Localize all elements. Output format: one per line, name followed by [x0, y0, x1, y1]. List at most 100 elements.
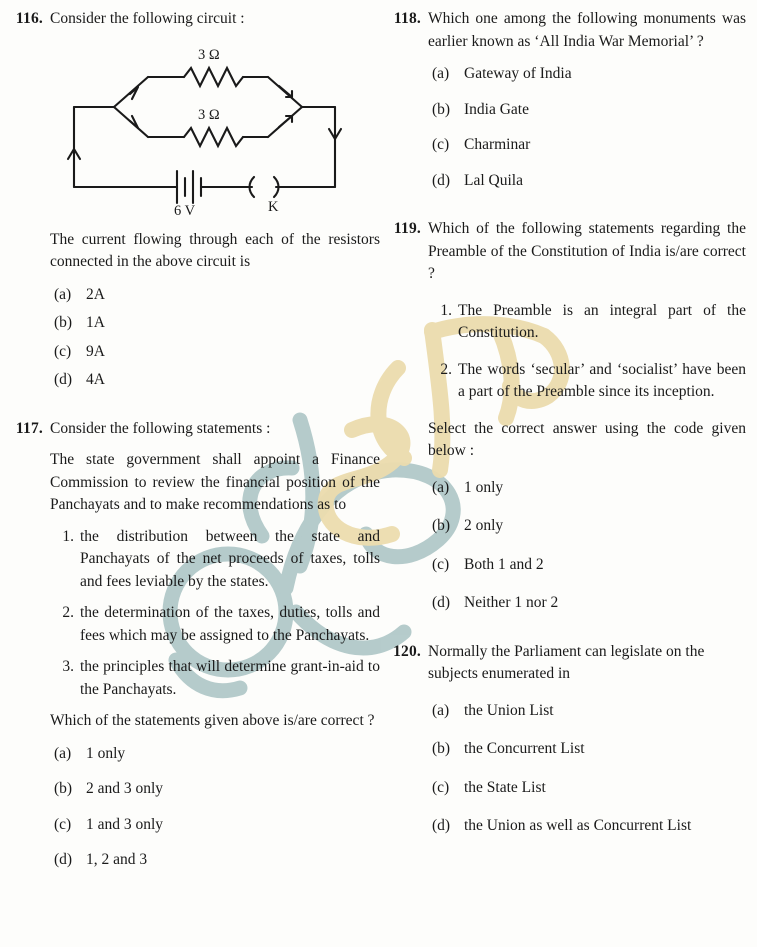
option-d[interactable]: (d) Lal Quila [428, 170, 746, 193]
statement-text: the distribution between the state and P… [80, 527, 380, 590]
switch-label: K [268, 199, 279, 215]
option-key: (d) [432, 817, 451, 834]
options-117: (a) 1 only (b) 2 and 3 only (c) 1 and 3 … [50, 743, 380, 872]
question-body: Consider the following circuit : 3 Ω 3 Ω… [50, 8, 380, 398]
option-c[interactable]: (c) 9A [50, 341, 380, 364]
statements-117: 1. the distribution between the state an… [50, 526, 380, 702]
statement-1: 1. The Preamble is an integral part of t… [428, 300, 746, 345]
question-number: 118. [393, 10, 421, 27]
option-label: Charminar [464, 136, 531, 153]
statement-number: 1. [440, 301, 452, 319]
question-spacer [392, 615, 746, 641]
option-label: Neither 1 nor 2 [464, 594, 559, 611]
option-key: (b) [432, 740, 451, 757]
option-c[interactable]: (c) Both 1 and 2 [428, 554, 746, 577]
question-stem: Consider the following statements : [50, 419, 271, 437]
statement-2: 2. The words ‘secular’ and ‘socialist’ h… [428, 359, 746, 404]
question-118: 118. Which one among the following monum… [392, 8, 746, 192]
question-closing-text: Which of the statements given above is/a… [50, 712, 375, 729]
left-column: 116. Consider the following circuit : 3 … [14, 8, 380, 947]
statement-number: 1. [62, 527, 74, 545]
option-a[interactable]: (a) the Union List [428, 700, 746, 723]
options-119: (a) 1 only (b) 2 only (c) Both 1 and 2 (… [428, 477, 746, 615]
option-label: India Gate [464, 100, 529, 118]
option-a[interactable]: (a) Gateway of India [428, 63, 746, 86]
option-label: 1 only [464, 478, 504, 496]
option-label: the Union as well as Concurrent List [464, 817, 692, 834]
option-key: (c) [432, 778, 450, 796]
question-spacer [14, 398, 380, 418]
two-column-layout: 116. Consider the following circuit : 3 … [0, 0, 757, 947]
question-stem: Which one among the following monuments … [428, 10, 746, 50]
option-b[interactable]: (b) the Concurrent List [428, 738, 746, 761]
statement-number: 2. [62, 604, 74, 621]
option-c[interactable]: (c) 1 and 3 only [50, 814, 380, 837]
question-number: 116. [15, 10, 43, 27]
option-key: (b) [54, 314, 73, 331]
question-119: 119. Which of the following statements r… [392, 218, 746, 615]
statement-3: 3. the principles that will determine gr… [50, 656, 380, 701]
option-key: (a) [432, 65, 450, 82]
question-closing-text: Select the correct answer using the code… [428, 419, 746, 460]
option-label: Gateway of India [464, 65, 572, 82]
question-stem: Normally the Parliament can legislate on… [428, 642, 705, 683]
option-b[interactable]: (b) India Gate [428, 99, 746, 122]
option-key: (c) [432, 136, 450, 153]
option-label: 4A [86, 371, 105, 388]
option-label: 1, 2 and 3 [86, 851, 148, 868]
resistor-top-label: 3 Ω [198, 47, 220, 63]
question-stem: Which of the following statements regard… [428, 220, 746, 282]
question-116: 116. Consider the following circuit : 3 … [14, 8, 380, 398]
option-a[interactable]: (a) 1 only [50, 743, 380, 766]
statement-2: 2. the determination of the taxes, dutie… [50, 602, 380, 647]
question-120: 120. Normally the Parliament can legisla… [392, 641, 746, 838]
option-label: 1 only [86, 744, 126, 762]
right-column: 118. Which one among the following monum… [380, 8, 746, 947]
statement-text: the principles that will determine grant… [80, 658, 380, 698]
exam-paper-page: 116. Consider the following circuit : 3 … [0, 0, 757, 947]
question-preamble-text: The state government shall appoint a Fin… [50, 451, 380, 513]
resistor-bottom-label: 3 Ω [198, 107, 220, 123]
option-a[interactable]: (a) 1 only [428, 477, 746, 500]
option-key: (a) [432, 701, 450, 719]
option-key: (d) [432, 594, 451, 611]
statement-text: The words ‘secular’ and ‘socialist’ have… [458, 360, 746, 401]
question-number: 119. [393, 220, 421, 237]
options-120: (a) the Union List (b) the Concurrent Li… [428, 700, 746, 838]
statement-text: the determination of the taxes, duties, … [80, 604, 380, 644]
question-body: Normally the Parliament can legislate on… [428, 641, 746, 838]
question-117: 117. Consider the following statements :… [14, 418, 380, 872]
option-d[interactable]: (d) Neither 1 nor 2 [428, 592, 746, 615]
option-b[interactable]: (b) 1A [50, 312, 380, 335]
option-label: 1 and 3 only [86, 815, 164, 833]
option-c[interactable]: (c) the State List [428, 777, 746, 800]
question-stem: Consider the following circuit : [50, 10, 245, 27]
option-key: (d) [432, 171, 451, 189]
option-key: (b) [432, 517, 451, 534]
option-label: the State List [464, 778, 546, 796]
option-key: (d) [54, 371, 73, 388]
option-d[interactable]: (d) 4A [50, 369, 380, 392]
option-label: the Concurrent List [464, 740, 585, 757]
option-key: (d) [54, 851, 73, 868]
statement-text: The Preamble is an integral part of the … [458, 301, 746, 342]
option-key: (c) [432, 555, 450, 573]
question-body: Which of the following statements regard… [428, 218, 746, 615]
option-label: Both 1 and 2 [464, 555, 544, 573]
option-b[interactable]: (b) 2 only [428, 515, 746, 538]
option-c[interactable]: (c) Charminar [428, 134, 746, 157]
option-label: Lal Quila [464, 171, 523, 189]
question-body: Consider the following statements : The … [50, 418, 380, 872]
option-label: 2A [86, 285, 105, 303]
option-d[interactable]: (d) the Union as well as Concurrent List [428, 815, 746, 838]
question-number: 117. [15, 419, 43, 437]
circuit-diagram-figure: 3 Ω 3 Ω 6 V K [50, 37, 380, 220]
options-116: (a) 2A (b) 1A (c) 9A (d) 4A [50, 284, 380, 392]
parallel-resistor-circuit-svg: 3 Ω 3 Ω 6 V K [66, 47, 343, 219]
question-prompt-text: The current flowing through each of the … [50, 230, 380, 271]
option-d[interactable]: (d) 1, 2 and 3 [50, 849, 380, 872]
option-a[interactable]: (a) 2A [50, 284, 380, 307]
statement-number: 3. [62, 658, 74, 675]
option-b[interactable]: (b) 2 and 3 only [50, 778, 380, 801]
question-number: 120. [393, 642, 421, 660]
